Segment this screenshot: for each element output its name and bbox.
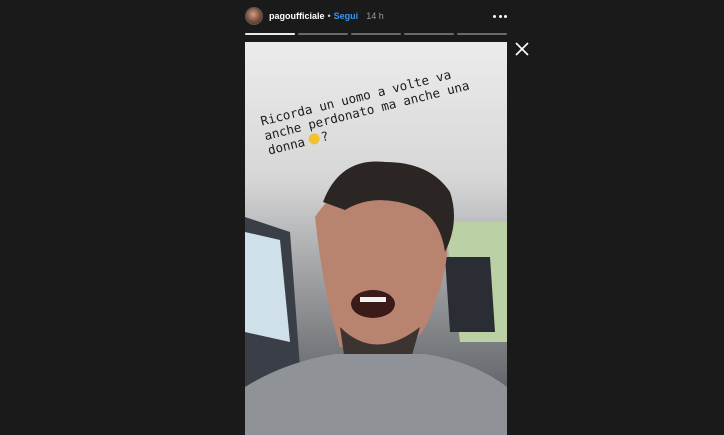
separator-dot: • xyxy=(327,11,331,21)
progress-segment xyxy=(298,33,348,35)
story-media[interactable]: Ricorda un uomo a volte va anche perdona… xyxy=(245,42,507,435)
story-header: pagoufficiale • Segui 14 h xyxy=(245,6,507,26)
story-progress-bar xyxy=(245,33,507,35)
follow-button[interactable]: Segui xyxy=(334,11,359,21)
more-dot xyxy=(493,14,496,18)
more-options-icon[interactable] xyxy=(493,10,507,22)
more-dot xyxy=(498,14,502,18)
progress-segment xyxy=(351,33,401,35)
progress-segment-active xyxy=(245,33,295,35)
avatar[interactable] xyxy=(245,7,263,25)
close-icon[interactable] xyxy=(514,41,530,57)
caption-suffix: ? xyxy=(319,128,331,145)
progress-segment xyxy=(457,33,507,35)
thinking-face-emoji-icon xyxy=(307,132,321,146)
timestamp: 14 h xyxy=(366,11,384,21)
more-dot xyxy=(504,14,507,18)
progress-segment xyxy=(404,33,454,35)
username[interactable]: pagoufficiale xyxy=(269,11,325,21)
